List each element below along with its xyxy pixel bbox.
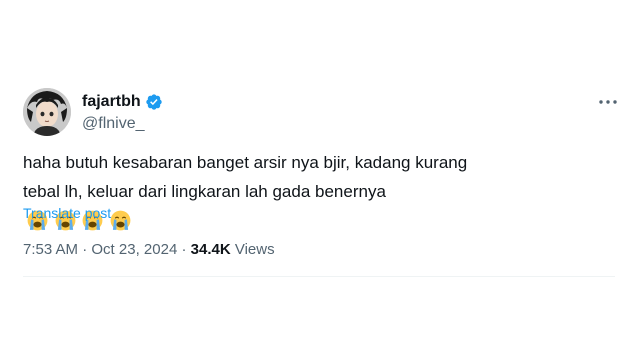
post-date[interactable]: Oct 23, 2024 <box>91 241 177 258</box>
views-count: 34.4K <box>190 241 231 258</box>
avatar-image <box>23 88 71 136</box>
author-handle[interactable]: @flnive_ <box>82 115 145 133</box>
views-label: Views <box>230 241 275 258</box>
meta-separator: · <box>177 241 191 258</box>
divider <box>23 276 615 277</box>
author-display-name[interactable]: fajartbh <box>82 93 141 111</box>
verified-badge-icon <box>145 93 163 111</box>
tweet-card: fajartbh @flnive_ haha butuh kesabaran b… <box>0 0 640 360</box>
loudly-crying-face-icon <box>110 210 131 231</box>
more-options-icon[interactable] <box>596 95 620 109</box>
tweet-meta: 7:53 AM · Oct 23, 2024 · 34.4K Views <box>23 241 275 258</box>
translate-post-link[interactable]: Translate post <box>23 205 111 221</box>
tweet-text: haha butuh kesabaran banget arsir nya bj… <box>23 153 468 201</box>
tweet-body: haha butuh kesabaran banget arsir nya bj… <box>23 148 493 240</box>
avatar[interactable] <box>23 88 71 136</box>
post-time[interactable]: 7:53 AM <box>23 241 78 258</box>
meta-separator: · <box>78 241 92 258</box>
author-name-row[interactable]: fajartbh <box>82 93 163 111</box>
